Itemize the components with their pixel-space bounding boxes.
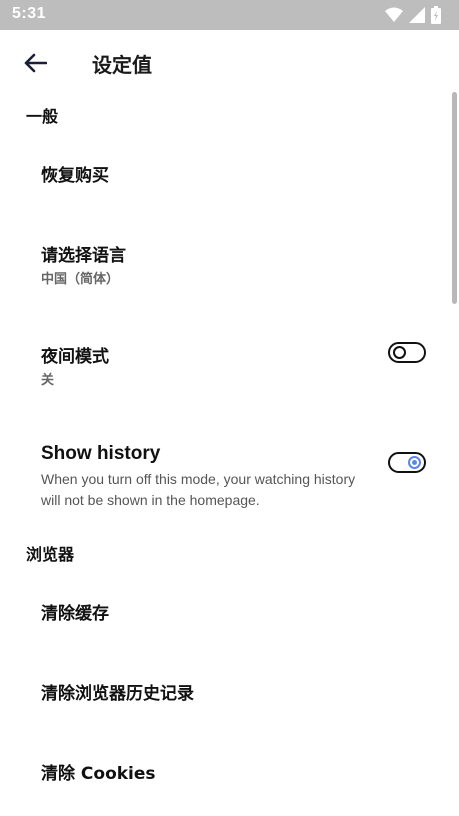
language-item[interactable]: 请选择语言 中国（简体） (0, 220, 459, 304)
arrow-left-icon (24, 53, 47, 73)
night-mode-item[interactable]: 夜间模式 关 (0, 320, 459, 404)
signal-icon (409, 7, 425, 23)
show-history-label: Show history (41, 443, 161, 464)
language-value: 中国（简体） (41, 272, 120, 287)
wifi-icon (385, 7, 403, 22)
status-time: 5:31 (12, 5, 47, 22)
show-history-toggle[interactable] (388, 452, 426, 473)
clear-cookies-item[interactable]: 清除 Cookies (0, 738, 459, 802)
section-header-browser: 浏览器 (26, 545, 75, 564)
night-mode-label: 夜间模式 (41, 347, 109, 367)
app-bar: 设定值 (0, 30, 459, 94)
clear-history-label: 清除浏览器历史记录 (41, 684, 194, 704)
battery-icon (431, 6, 441, 24)
clear-cache-item[interactable]: 清除缓存 (0, 578, 459, 642)
clear-history-item[interactable]: 清除浏览器历史记录 (0, 658, 459, 722)
clear-cookies-label: 清除 Cookies (41, 764, 156, 784)
restore-purchase-item[interactable]: 恢复购买 (0, 140, 459, 204)
status-bar: 5:31 (0, 0, 459, 30)
restore-purchase-label: 恢复购买 (41, 166, 109, 186)
page-title: 设定值 (92, 53, 152, 77)
toggle-knob (393, 346, 406, 359)
night-mode-value: 关 (41, 373, 55, 388)
language-label: 请选择语言 (41, 246, 126, 266)
back-button[interactable] (20, 48, 50, 78)
show-history-item[interactable]: Show history When you turn off this mode… (0, 425, 459, 517)
toggle-knob (408, 456, 421, 469)
show-history-description: When you turn off this mode, your watchi… (41, 471, 356, 508)
night-mode-toggle[interactable] (388, 342, 426, 363)
clear-cache-label: 清除缓存 (41, 604, 109, 624)
section-header-general: 一般 (26, 107, 59, 126)
status-icons (385, 6, 441, 24)
